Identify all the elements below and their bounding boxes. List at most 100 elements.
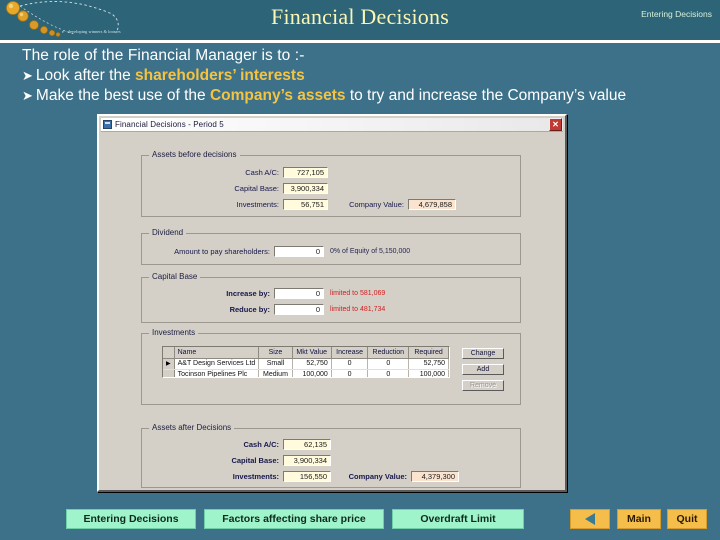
cell-required: 100,000	[408, 369, 449, 377]
input-cash-after: 62,135	[283, 439, 331, 450]
input-investments-after: 156,550	[283, 471, 331, 482]
nav-back-button[interactable]	[570, 509, 610, 529]
bullet-intro: The role of the Financial Manager is to …	[22, 47, 305, 64]
dialog-body: Assets before decisions Cash A/C: 727,10…	[101, 133, 563, 488]
back-triangle-icon	[585, 513, 595, 525]
bullet-item-1: ➤ Look after the shareholders’ interests	[22, 66, 712, 86]
cell-reduction: 0	[367, 369, 410, 377]
bullet-marker-icon: ➤	[22, 68, 33, 83]
group-assets-after: Assets after Decisions Cash A/C: 62,135 …	[141, 423, 521, 488]
field-cash-after: Cash A/C: 62,135	[217, 439, 331, 450]
table-header-row: Name Size Mkt Value Increase Reduction R…	[163, 347, 449, 359]
col-reduction[interactable]: Reduction	[367, 347, 410, 359]
label-cash-before: Cash A/C:	[245, 168, 279, 177]
label-investments-after: Investments:	[232, 472, 279, 481]
label-company-value-after: Company Value:	[348, 472, 407, 481]
investments-grid[interactable]: Name Size Mkt Value Increase Reduction R…	[162, 346, 450, 378]
investments-table: Name Size Mkt Value Increase Reduction R…	[163, 347, 449, 377]
field-investments-before: Investments: 56,751 Company Value: 4,679…	[217, 199, 456, 210]
cell-mkt-value: 100,000	[292, 369, 332, 377]
col-required[interactable]: Required	[408, 347, 449, 359]
remove-investment-button: Remove	[462, 380, 504, 391]
cell-mkt-value: 52,750	[292, 358, 332, 370]
group-label-investments: Investments	[149, 328, 199, 337]
slide-header: e - developing winners & loosers Financi…	[0, 0, 720, 40]
row-marker-icon: ▶	[163, 358, 175, 370]
table-row[interactable]: Tocinson Pipelines Plc Medium 100,000 0 …	[163, 369, 449, 377]
bullet-2-text-pre: Make the best use of the	[35, 87, 210, 104]
input-company-value-after: 4,379,300	[411, 471, 459, 482]
label-capital-after: Capital Base:	[231, 456, 279, 465]
group-label-assets-after: Assets after Decisions	[149, 423, 235, 432]
bullet-1-highlight: shareholders’ interests	[135, 67, 305, 84]
note-capital-increase-limit: limited to 581,069	[330, 290, 386, 297]
bullet-2-highlight: Company’s assets	[209, 87, 346, 104]
bullet-1-text: Look after the	[35, 67, 135, 84]
row-marker-icon	[163, 369, 175, 377]
field-capital-after: Capital Base: 3,900,334	[217, 455, 331, 466]
label-capital-before: Capital Base:	[234, 184, 279, 193]
cell-required: 52,750	[408, 358, 449, 370]
group-investments: Investments Name Size Mkt Value Increase…	[141, 328, 521, 405]
footer-nav: Entering Decisions Factors affecting sha…	[0, 505, 720, 535]
cell-name: A&T Design Services Ltd	[174, 358, 260, 370]
group-dividend: Dividend Amount to pay shareholders: 0 0…	[141, 228, 521, 265]
close-icon[interactable]: ✕	[549, 118, 562, 131]
input-capital-before[interactable]: 3,900,334	[283, 183, 328, 194]
field-cash-before: Cash A/C: 727,105	[217, 167, 328, 178]
col-rowmark	[163, 347, 175, 359]
cell-reduction: 0	[367, 358, 410, 370]
input-dividend-amount[interactable]: 0	[274, 246, 324, 257]
window-icon	[103, 120, 112, 129]
field-capital-reduce: Reduce by: 0 limited to 481,734	[200, 304, 385, 315]
input-capital-increase[interactable]: 0	[274, 288, 324, 299]
note-capital-reduce-limit: limited to 481,734	[330, 306, 386, 313]
change-investment-button[interactable]: Change	[462, 348, 504, 359]
field-capital-before: Capital Base: 3,900,334	[217, 183, 328, 194]
label-cash-after: Cash A/C:	[243, 440, 279, 449]
field-investments-after: Investments: 156,550 Company Value: 4,37…	[217, 471, 459, 482]
col-size[interactable]: Size	[258, 347, 293, 359]
input-capital-after: 3,900,334	[283, 455, 331, 466]
group-label-assets-before: Assets before decisions	[149, 150, 240, 159]
group-assets-before: Assets before decisions Cash A/C: 727,10…	[141, 150, 521, 217]
cell-size: Medium	[258, 369, 293, 377]
input-company-value-before: 4,679,858	[408, 199, 456, 210]
label-investments-before: Investments:	[236, 200, 279, 209]
header-divider	[0, 40, 720, 43]
dialog-title: Financial Decisions - Period 5	[115, 120, 224, 129]
bullet-block: The role of the Financial Manager is to …	[22, 46, 712, 106]
nav-overdraft-limit-button[interactable]: Overdraft Limit	[392, 509, 524, 529]
financial-decisions-dialog: Financial Decisions - Period 5 ✕ Assets …	[97, 114, 567, 492]
cell-increase: 0	[331, 369, 369, 377]
nav-entering-decisions-button[interactable]: Entering Decisions	[66, 509, 196, 529]
col-increase[interactable]: Increase	[331, 347, 369, 359]
col-name[interactable]: Name	[174, 347, 260, 359]
group-capital-base: Capital Base Increase by: 0 limited to 5…	[141, 272, 521, 323]
add-investment-button[interactable]: Add	[462, 364, 504, 375]
cell-increase: 0	[331, 358, 369, 370]
nav-factors-share-price-button[interactable]: Factors affecting share price	[204, 509, 384, 529]
input-capital-reduce[interactable]: 0	[274, 304, 324, 315]
label-company-value-before: Company Value:	[349, 200, 404, 209]
dialog-titlebar[interactable]: Financial Decisions - Period 5 ✕	[101, 118, 563, 132]
note-dividend-equity: 0% of Equity of 5,150,000	[330, 248, 411, 255]
field-capital-increase: Increase by: 0 limited to 581,069	[200, 288, 385, 299]
label-dividend-amount: Amount to pay shareholders:	[174, 247, 270, 256]
field-dividend-amount: Amount to pay shareholders: 0 0% of Equi…	[160, 246, 410, 257]
bullet-item-2: ➤ Make the best use of the Company’s asse…	[22, 86, 712, 106]
cell-size: Small	[258, 358, 293, 370]
input-cash-before[interactable]: 727,105	[283, 167, 328, 178]
bullet-marker-icon: ➤	[22, 88, 33, 103]
bullet-2-text-post: to try and increase the Company’s value	[345, 87, 627, 104]
group-label-dividend: Dividend	[149, 228, 187, 237]
slide-title: Financial Decisions	[271, 4, 449, 29]
header-section-label: Entering Decisions	[641, 9, 712, 19]
nav-quit-button[interactable]: Quit	[667, 509, 707, 529]
nav-main-button[interactable]: Main	[617, 509, 661, 529]
input-investments-before[interactable]: 56,751	[283, 199, 328, 210]
table-row[interactable]: ▶ A&T Design Services Ltd Small 52,750 0…	[163, 358, 449, 370]
label-capital-reduce: Reduce by:	[229, 305, 270, 314]
group-label-capital-base: Capital Base	[149, 272, 201, 281]
col-mkt-value[interactable]: Mkt Value	[292, 347, 332, 359]
